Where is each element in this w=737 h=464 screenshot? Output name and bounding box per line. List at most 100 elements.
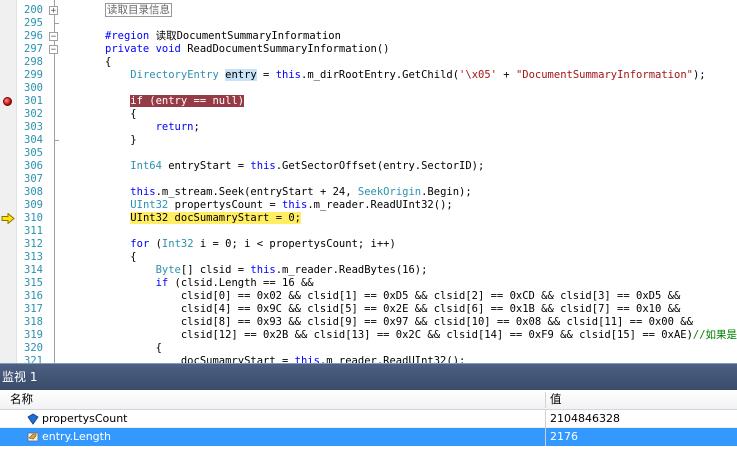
code-line[interactable]: { [105, 342, 162, 355]
code-line[interactable]: #region 读取DocumentSummaryInformation [105, 30, 341, 43]
outlining-guide-line [54, 41, 55, 45]
line-number: 319 [24, 329, 43, 341]
line-number: 317 [24, 303, 43, 315]
code-token: propertysCount = [174, 199, 283, 211]
code-line[interactable]: Byte[] clsid = this.m_reader.ReadBytes(1… [105, 264, 428, 277]
code-line[interactable]: return; [105, 121, 200, 134]
code-line[interactable]: UInt32 docSumamryStart = 0; [105, 212, 301, 225]
code-line[interactable]: clsid[4] == 0x9C && clsid[5] == 0x2E && … [105, 303, 680, 316]
watch-column-header: 名称 值 [0, 390, 737, 410]
code-token: SeekOrigin [357, 186, 422, 198]
code-token: #region [105, 30, 156, 42]
watch-window[interactable]: 监视 1 名称 值 propertysCount 2104846328 entry.… [0, 363, 737, 464]
code-token: ; [193, 121, 200, 133]
code-token: Byte [155, 264, 181, 276]
code-line[interactable]: clsid[8] == 0x93 && clsid[9] == 0x97 && … [105, 316, 693, 329]
code-token: docSumamryStart = [105, 355, 295, 363]
breakpoint-icon[interactable] [3, 97, 12, 106]
watch-row-value[interactable]: 2104846328 [550, 410, 620, 428]
current-statement-arrow-icon[interactable] [1, 213, 15, 224]
line-number: 305 [24, 147, 43, 159]
collapsed-region-label[interactable]: 读取目录信息 [105, 3, 172, 17]
code-line[interactable]: docSumamryStart = this.m_reader.ReadUInt… [105, 355, 466, 363]
watch-row-value[interactable]: 2176 [550, 428, 578, 446]
line-number: 295 [24, 17, 43, 29]
code-token: .m_reader.ReadUInt32(); [319, 355, 466, 363]
code-line[interactable]: { [105, 56, 111, 69]
code-editor[interactable]: 200 读取目录信息 +295 296 #region 读取DocumentSummar… [0, 0, 737, 363]
code-token: this [250, 160, 276, 172]
code-line[interactable]: clsid[12] == 0x2B && clsid[13] == 0x2C &… [105, 329, 737, 342]
code-line[interactable]: if (entry == null) [105, 95, 245, 108]
watch-row[interactable]: entry.Length 2176 [0, 428, 737, 446]
code-token: //如果是DocumentSummaryInformation [692, 329, 737, 341]
watch-window-title[interactable]: 监视 1 [0, 364, 737, 390]
line-number: 313 [24, 251, 43, 263]
code-token: '\x05' [459, 69, 497, 81]
code-line[interactable]: this.m_stream.Seek(entryStart + 24, Seek… [105, 186, 472, 199]
watch-row-name[interactable]: propertysCount [42, 410, 128, 428]
line-number: 303 [24, 121, 43, 133]
code-token: clsid[0] == 0x02 && clsid[1] == 0xD5 && … [105, 290, 681, 302]
code-line[interactable]: UInt32 propertysCount = this.m_reader.Re… [105, 199, 452, 212]
line-number: 300 [24, 82, 43, 94]
code-token: { [105, 251, 137, 263]
code-token: if (entry == null) [130, 95, 245, 107]
collapse-region-icon[interactable]: − [49, 45, 58, 55]
code-line[interactable]: Int64 entryStart = this.GetSectorOffset(… [105, 160, 484, 173]
code-line[interactable]: { [105, 251, 137, 264]
line-number: 314 [24, 264, 43, 276]
code-token: if [155, 277, 175, 289]
watch-row[interactable]: propertysCount 2104846328 [0, 410, 737, 428]
line-number: 315 [24, 277, 43, 289]
code-token: entry [225, 69, 257, 81]
column-resize-handle[interactable] [545, 392, 546, 408]
expand-region-icon[interactable]: + [49, 6, 58, 16]
code-line[interactable]: clsid[0] == 0x02 && clsid[1] == 0xD5 && … [105, 290, 680, 303]
code-line[interactable]: private void ReadDocumentSummaryInformat… [105, 43, 389, 56]
collapse-region-icon[interactable]: − [49, 32, 58, 42]
code-line[interactable]: DirectoryEntry entry = this.m_dirRootEnt… [105, 69, 706, 82]
line-number: 299 [24, 69, 43, 81]
code-token: { [105, 108, 137, 120]
code-line[interactable]: { [105, 108, 137, 121]
property-icon [27, 432, 39, 442]
code-line[interactable]: 读取目录信息 [105, 3, 172, 17]
column-header-name[interactable]: 名称 [10, 390, 33, 409]
code-token: this [282, 199, 308, 211]
code-token: clsid[4] == 0x9C && clsid[5] == 0x2E && … [105, 303, 681, 315]
line-number: 306 [24, 160, 43, 172]
outlining-guide-line [54, 54, 55, 363]
code-token: this [294, 355, 320, 363]
line-number: 301 [24, 95, 43, 107]
code-line[interactable]: } [105, 134, 136, 147]
line-number: 311 [24, 225, 43, 237]
column-header-value[interactable]: 值 [550, 390, 562, 409]
code-token: UInt32 [130, 199, 175, 211]
code-token: ); [692, 69, 706, 81]
code-token: .Begin); [421, 186, 472, 198]
line-number: 318 [24, 316, 43, 328]
code-line[interactable]: for (Int32 i = 0; i < propertysCount; i+… [105, 238, 396, 251]
column-divider [545, 410, 546, 428]
code-token: ReadDocumentSummaryInformation() [187, 43, 390, 55]
code-token: this [275, 69, 301, 81]
line-number: 312 [24, 238, 43, 250]
code-token: return [155, 121, 194, 133]
line-number: 296 [24, 30, 43, 42]
line-number: 308 [24, 186, 43, 198]
code-token: entryStart = [168, 160, 251, 172]
line-number: 316 [24, 290, 43, 302]
code-token: for [130, 238, 156, 250]
code-token: { [105, 342, 162, 354]
code-line[interactable]: if (clsid.Length == 16 && [105, 277, 314, 290]
code-token: .m_reader.ReadBytes(16); [275, 264, 428, 276]
breakpoint-margin[interactable] [0, 0, 17, 363]
watch-row-name[interactable]: entry.Length [42, 428, 111, 446]
code-token: clsid[12] == 0x2B && clsid[13] == 0x2C &… [105, 329, 693, 341]
